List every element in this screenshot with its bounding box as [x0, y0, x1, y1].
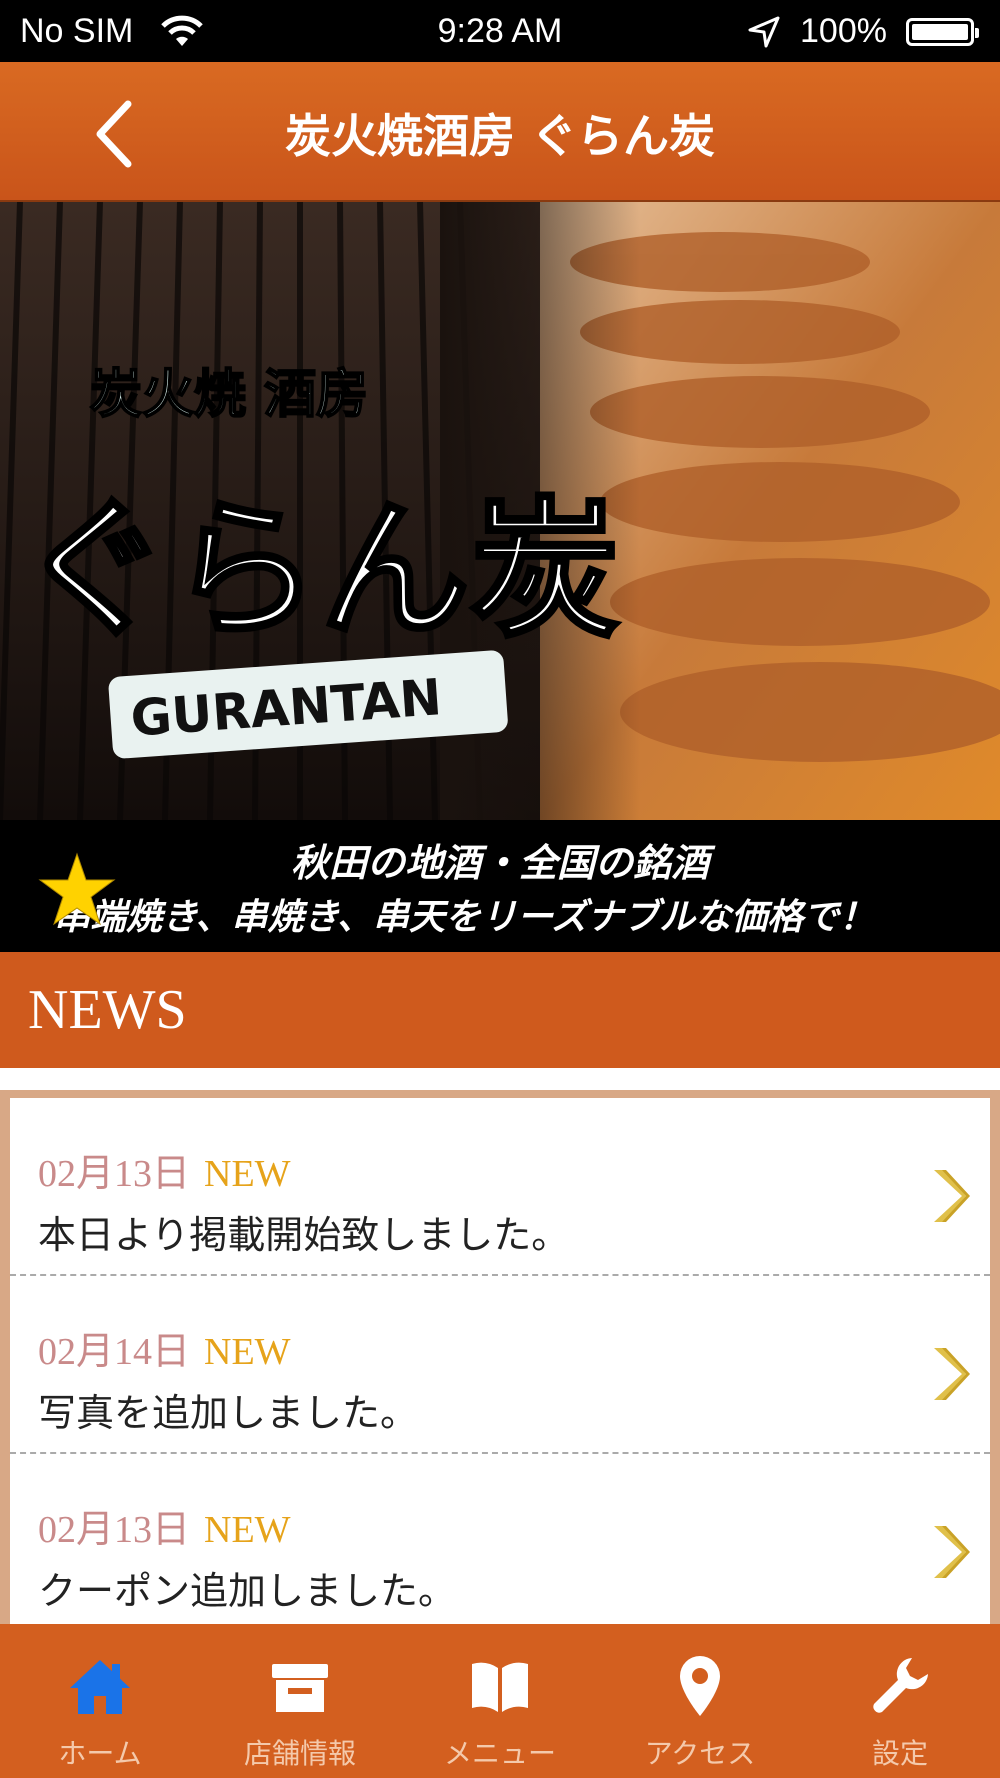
hero-caption-line1: 秋田の地酒・全国の銘酒 — [290, 841, 709, 885]
hero-banner-image: 炭火焼 酒房 ぐらん炭 GURANTAN — [0, 202, 1000, 820]
news-text: 写真を追加しました。 — [38, 1391, 419, 1435]
home-icon — [70, 1660, 130, 1714]
new-badge: NEW — [204, 1509, 291, 1551]
news-item[interactable]: 02月14日 NEW 写真を追加しました。 — [10, 1276, 990, 1454]
book-icon — [472, 1662, 528, 1712]
shop-icon — [272, 1664, 328, 1712]
tab-label: ホーム — [58, 1737, 142, 1770]
tab-home[interactable]: ホーム — [0, 1624, 200, 1778]
news-list: 02月13日 NEW 本日より掲載開始致しました。 02月14日 NEW 写真を追加… — [0, 1090, 1000, 1624]
wrench-icon — [873, 1658, 928, 1713]
news-date: 02月13日 — [38, 1509, 191, 1551]
tab-menu[interactable]: メニュー — [400, 1624, 600, 1778]
status-bar: No SIM 9:28 AM 100% — [0, 0, 1000, 62]
tab-label: メニュー — [443, 1737, 556, 1770]
tab-label: アクセス — [644, 1737, 756, 1770]
page-title: 炭火焼酒房 ぐらん炭 — [284, 109, 715, 163]
map-pin-icon — [680, 1656, 720, 1716]
tab-shop-info[interactable]: 店舗情報 — [200, 1624, 400, 1778]
chevron-right-icon[interactable] — [932, 1166, 972, 1226]
tab-settings[interactable]: 設定 — [800, 1624, 1000, 1778]
new-badge: NEW — [204, 1153, 291, 1195]
news-item[interactable]: 02月13日 NEW クーポン追加しました。 — [10, 1454, 990, 1624]
news-date: 02月13日 — [38, 1153, 191, 1195]
tab-access[interactable]: アクセス — [600, 1624, 800, 1778]
news-date: 02月14日 — [38, 1331, 191, 1373]
battery-icon — [906, 18, 979, 46]
chevron-right-icon[interactable] — [932, 1344, 972, 1404]
logo-small-text: 炭火焼 酒房 — [90, 365, 368, 425]
tab-label: 店舗情報 — [243, 1737, 356, 1770]
navigation-bar: 炭火焼酒房 ぐらん炭 — [0, 62, 1000, 202]
new-badge: NEW — [204, 1331, 291, 1373]
star-icon — [38, 852, 116, 926]
news-section-header: NEWS — [0, 952, 1000, 1068]
tab-label: 設定 — [871, 1737, 928, 1770]
tab-bar: ホーム 店舗情報 メニュー アクセス 設定 — [0, 1624, 1000, 1778]
news-header-label: NEWS — [28, 979, 187, 1041]
hero-caption: 秋田の地酒・全国の銘酒 串端焼き、串焼き、串天をリーズナブルな価格で！ — [0, 820, 1000, 952]
news-item[interactable]: 02月13日 NEW 本日より掲載開始致しました。 — [10, 1098, 990, 1276]
chevron-right-icon[interactable] — [932, 1522, 972, 1582]
location-arrow-icon — [748, 16, 780, 48]
logo-large-text: ぐらん炭 — [20, 484, 620, 658]
battery-percentage: 100% — [800, 12, 887, 50]
news-text: 本日より掲載開始致しました。 — [38, 1213, 570, 1257]
news-text: クーポン追加しました。 — [38, 1569, 457, 1613]
hero-caption-line2: 串端焼き、串焼き、串天をリーズナブルな価格で！ — [54, 897, 876, 938]
